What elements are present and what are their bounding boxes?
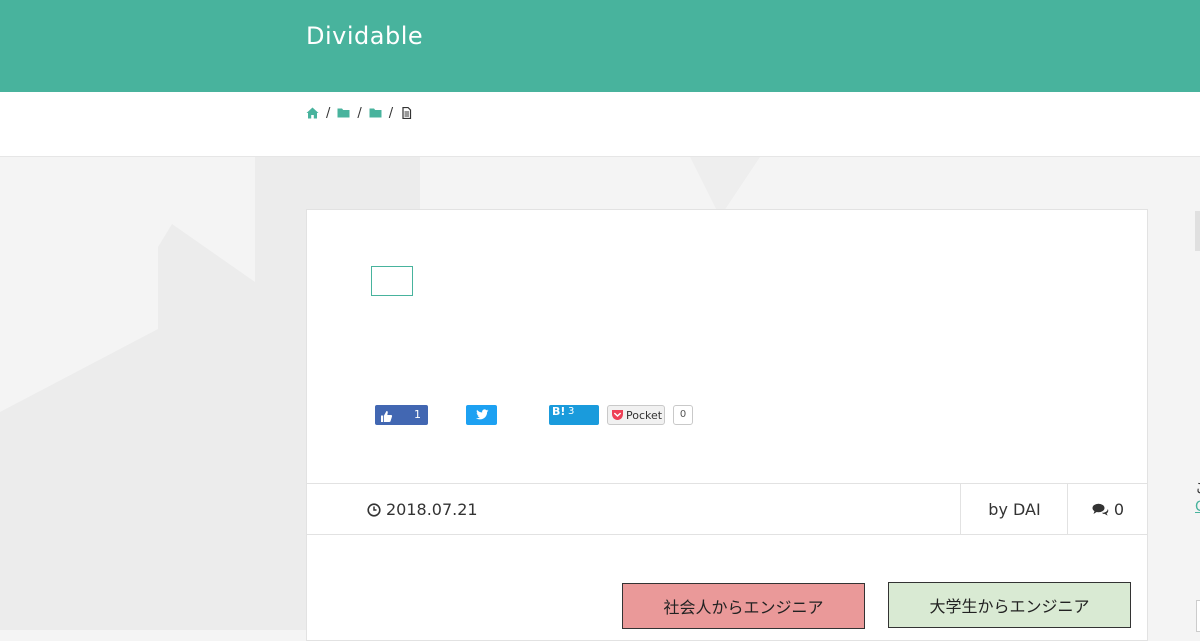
site-title[interactable]: Dividable bbox=[306, 22, 423, 50]
facebook-like-count: 1 bbox=[414, 408, 421, 421]
post-date: 2018.07.21 bbox=[367, 500, 478, 519]
thumbs-up-icon bbox=[380, 408, 393, 427]
breadcrumb-separator: / bbox=[357, 105, 362, 121]
sidebar-edge-block bbox=[1195, 211, 1200, 251]
post-author[interactable]: by DAI bbox=[960, 484, 1068, 534]
sidebar-edge-link[interactable]: C bbox=[1195, 499, 1200, 515]
pocket-label: Pocket bbox=[626, 408, 663, 422]
breadcrumb-separator: / bbox=[326, 105, 331, 121]
sidebar-edge-text: こ bbox=[1195, 478, 1200, 498]
hatena-bookmark-button[interactable]: B! 3 bbox=[549, 405, 599, 425]
breadcrumb-separator: / bbox=[388, 105, 394, 121]
article-meta-bar: 2018.07.21 by DAI 0 bbox=[307, 483, 1147, 535]
file-icon bbox=[400, 107, 413, 119]
folder-icon[interactable] bbox=[337, 107, 350, 119]
comments-icon bbox=[1092, 503, 1109, 516]
hatena-count: 3 bbox=[568, 406, 575, 417]
hatena-mark: B! bbox=[552, 405, 566, 418]
article-thumbnail[interactable] bbox=[371, 266, 413, 296]
article-card: 1 B! 3 Pocket 0 2018.07.21 by DAI 0 社会人か… bbox=[306, 209, 1148, 641]
comment-count-text: 0 bbox=[1113, 499, 1125, 519]
tag-button-working-adult-engineer[interactable]: 社会人からエンジニア bbox=[622, 583, 865, 629]
twitter-bird-icon bbox=[475, 409, 489, 421]
pocket-count: 0 bbox=[673, 405, 693, 425]
site-header: Dividable bbox=[0, 0, 1200, 92]
sidebar-edge-box bbox=[1196, 600, 1200, 632]
home-icon[interactable] bbox=[306, 107, 319, 119]
breadcrumb-bar: / / / bbox=[0, 92, 1200, 157]
pocket-icon bbox=[611, 409, 624, 421]
breadcrumb: / / / bbox=[306, 105, 413, 121]
post-date-text: 2018.07.21 bbox=[386, 500, 478, 519]
comment-count[interactable]: 0 bbox=[1067, 484, 1148, 534]
folder-icon[interactable] bbox=[369, 107, 382, 119]
facebook-like-button[interactable]: 1 bbox=[375, 405, 428, 425]
pocket-button[interactable]: Pocket bbox=[607, 405, 665, 425]
tag-button-student-engineer[interactable]: 大学生からエンジニア bbox=[888, 582, 1131, 628]
twitter-share-button[interactable] bbox=[466, 405, 497, 425]
clock-icon bbox=[367, 502, 381, 517]
